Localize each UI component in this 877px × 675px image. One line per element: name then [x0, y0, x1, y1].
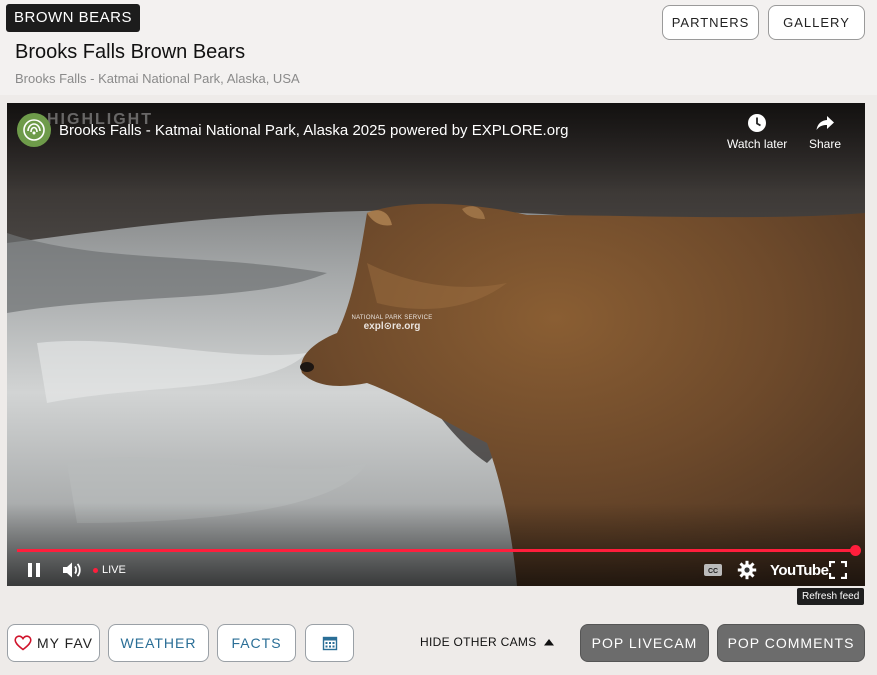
youtube-label: YouTube [770, 561, 829, 579]
progress-scrubber[interactable] [850, 545, 861, 556]
bottom-toolbar: MY FAV WEATHER FACTS HIDE OTHER CAMS POP… [0, 614, 877, 675]
share-icon [816, 116, 835, 130]
category-tag[interactable]: BROWN BEARS [6, 4, 141, 32]
page-title: Brooks Falls Brown Bears [15, 41, 246, 63]
live-dot-icon [93, 567, 98, 573]
watermark-bottom-text: expl⊙re.org [363, 321, 421, 332]
heart-icon [14, 635, 32, 651]
clock-icon [748, 114, 767, 132]
progress-bar[interactable] [17, 545, 861, 556]
calendar-icon [322, 636, 337, 651]
settings-button[interactable] [737, 558, 757, 582]
hide-other-cams-toggle[interactable]: HIDE OTHER CAMS [420, 635, 555, 649]
watch-later-label: Watch later [727, 137, 788, 151]
pop-comments-button[interactable]: POP COMMENTS [717, 624, 865, 662]
my-fav-button[interactable]: MY FAV [7, 624, 100, 662]
fullscreen-icon [829, 561, 847, 579]
captions-button[interactable]: CC [703, 558, 723, 582]
hide-other-cams-label: HIDE OTHER CAMS [420, 635, 537, 649]
video-title[interactable]: Brooks Falls - Katmai National Park, Ala… [59, 122, 568, 139]
cc-icon: CC [704, 564, 722, 576]
channel-logo-icon[interactable] [17, 113, 51, 147]
progress-fill [17, 549, 855, 552]
youtube-logo-button[interactable]: YouTube [770, 558, 829, 582]
pause-button[interactable] [25, 558, 43, 582]
share-label: Share [809, 137, 842, 151]
gallery-button[interactable]: GALLERY [768, 5, 865, 40]
refresh-feed-tooltip[interactable]: Refresh feed [797, 588, 865, 605]
weather-button[interactable]: WEATHER [108, 624, 209, 662]
calendar-button[interactable] [305, 624, 354, 662]
pop-livecam-button[interactable]: POP LIVECAM [580, 624, 709, 662]
caret-up-icon [543, 639, 554, 646]
svg-text:CC: CC [708, 568, 718, 575]
explore-logo-icon [23, 119, 45, 141]
video-player[interactable]: HIGHLIGHT Brooks Falls - Katmai National… [7, 103, 865, 586]
gear-icon [737, 560, 757, 580]
page: BROWN BEARS Brooks Falls Brown Bears Bro… [0, 0, 877, 675]
header: BROWN BEARS Brooks Falls Brown Bears Bro… [0, 0, 877, 95]
my-fav-label: MY FAV [36, 635, 94, 651]
video-frame [7, 103, 865, 586]
video-watermark: NATIONAL PARK SERVICE expl⊙re.org [347, 315, 437, 332]
partners-button[interactable]: PARTNERS [662, 5, 759, 40]
facts-button[interactable]: FACTS [217, 624, 296, 662]
fullscreen-button[interactable] [829, 558, 847, 582]
volume-icon [63, 562, 81, 578]
volume-button[interactable] [61, 558, 83, 582]
live-label: LIVE [102, 564, 126, 576]
pause-icon [28, 563, 40, 577]
share-button[interactable]: Share [809, 113, 841, 151]
live-indicator[interactable]: LIVE [93, 558, 126, 582]
watch-later-button[interactable]: Watch later [727, 113, 787, 151]
page-subtitle: Brooks Falls - Katmai National Park, Ala… [15, 71, 300, 86]
